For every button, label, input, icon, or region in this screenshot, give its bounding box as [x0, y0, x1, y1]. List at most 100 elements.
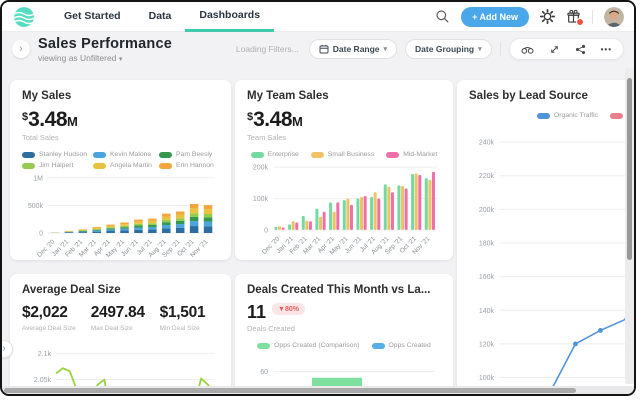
legend-item[interactable]: Stanley Hudson — [22, 151, 87, 158]
legend-label: Erin Hannon — [176, 162, 214, 169]
present-button[interactable] — [521, 44, 534, 55]
fullscreen-button[interactable] — [549, 44, 560, 55]
nav-item-data[interactable]: Data — [135, 2, 186, 32]
legend-chip — [159, 151, 172, 158]
svg-text:2.1k: 2.1k — [38, 351, 52, 358]
dashboard-title-block: Sales Performance viewing as Unfiltered … — [38, 36, 172, 63]
stats-row: $2,022 Average Deal Size 2497.84 Max Dea… — [22, 304, 219, 332]
legend-chip — [386, 151, 400, 158]
kpi-label: Total Sales — [22, 133, 59, 142]
stat-label: Min Deal Size — [159, 325, 200, 332]
card-title: My Team Sales — [247, 90, 329, 102]
svg-text:240k: 240k — [479, 140, 495, 147]
calendar-icon — [319, 44, 329, 54]
legend-item[interactable]: Jim Halpert — [22, 162, 87, 169]
my-sales-chart: 1M500k0Dec '20Jan '21Feb '21Mar '21Apr '… — [28, 175, 215, 259]
kpi-suffix: M — [67, 114, 78, 129]
share-button[interactable] — [575, 44, 586, 55]
svg-text:40: 40 — [260, 394, 268, 396]
legend-item[interactable]: Pam Beesly — [159, 151, 219, 158]
date-range-button[interactable]: Date Range ▾ — [308, 39, 398, 59]
legend-item[interactable]: Erin Hannon — [159, 162, 219, 169]
more-button[interactable]: ••• — [601, 45, 612, 54]
legend-label: Pam Beesly — [176, 151, 213, 158]
legend-chip — [537, 112, 550, 119]
legend-item[interactable]: Enterprise — [250, 151, 299, 158]
stat-value: $2,022 — [22, 304, 68, 321]
search-icon — [436, 10, 449, 23]
card-title: Average Deal Size — [22, 284, 121, 296]
expand-panel-button[interactable]: › — [12, 40, 30, 58]
legend-label: Kevin Malone — [110, 151, 152, 158]
svg-text:1M: 1M — [33, 175, 43, 182]
top-nav: Get Started Data Dashboards + Add New — [2, 2, 634, 32]
binoculars-icon — [521, 46, 534, 54]
settings-button[interactable] — [540, 9, 555, 24]
legend-chip — [22, 162, 35, 169]
add-new-button[interactable]: + Add New — [461, 6, 529, 27]
horizontal-scrollbar-thumb[interactable] — [4, 387, 576, 393]
svg-text:100k: 100k — [479, 375, 495, 382]
loading-filters-text: Loading Filters... — [235, 44, 299, 54]
vertical-scrollbar-thumb[interactable] — [627, 78, 632, 260]
team-sales-card: My Team Sales $3.48M Team Sales Enterpri… — [235, 80, 453, 260]
kpi-number: 3.48 — [253, 108, 292, 131]
legend-chip — [371, 342, 385, 349]
nav-item-get-started[interactable]: Get Started — [50, 2, 135, 32]
team-sales-legend: Enterprise Small Business Mid-Market — [247, 151, 441, 158]
toolbar-divider — [499, 42, 501, 56]
stat-label: Max Deal Size — [90, 325, 133, 332]
kpi-label: Team Sales — [247, 133, 287, 142]
legend-chip — [310, 151, 324, 158]
app-logo-icon[interactable] — [14, 6, 34, 27]
app-window: Get Started Data Dashboards + Add New › … — [0, 0, 636, 396]
whats-new-button[interactable] — [566, 9, 584, 26]
legend-chip — [257, 342, 271, 349]
lead-source-legend: Organic TrafficSoci — [537, 112, 634, 119]
svg-text:60: 60 — [260, 369, 268, 376]
svg-text:2.05k: 2.05k — [34, 377, 52, 384]
kpi-value: 11 ▼80% — [247, 303, 441, 321]
legend-item[interactable]: Kevin Malone — [93, 151, 153, 158]
avg-deal-card: Average Deal Size $2,022 Average Deal Si… — [10, 274, 231, 394]
card-title: My Sales — [22, 90, 72, 102]
stat-label: Average Deal Size — [22, 325, 76, 332]
my-sales-card: My Sales $3.48M Total Sales Stanley Huds… — [10, 80, 231, 260]
svg-text:200k: 200k — [253, 165, 269, 172]
nav-item-dashboards[interactable]: Dashboards — [185, 2, 275, 32]
legend-chip — [159, 162, 172, 169]
my-sales-legend: Stanley Hudson Kevin Malone Pam Beesly Jim … — [22, 151, 219, 169]
delta-badge: ▼80% — [272, 303, 305, 315]
deals-created-card: Deals Created This Month vs La... 11 ▼80… — [235, 274, 453, 396]
notification-badge — [576, 18, 584, 26]
legend-item[interactable]: Organic Traffic — [537, 112, 598, 119]
legend-item[interactable]: Angela Martin — [93, 162, 153, 169]
date-range-label: Date Range — [332, 44, 380, 54]
legend-label: Angela Martin — [110, 162, 152, 169]
legend-label: Opps Created — [388, 342, 431, 349]
viewing-as-dropdown[interactable]: viewing as Unfiltered ▾ — [38, 53, 172, 63]
legend-item[interactable]: Opps Created — [371, 342, 431, 349]
stat-min: $1,501 Min Deal Size — [160, 304, 206, 332]
dashboard-canvas: My Sales $3.48M Total Sales Stanley Huds… — [2, 66, 634, 394]
legend-label: Small Business — [327, 151, 375, 158]
kpi-number: 3.48 — [28, 108, 67, 131]
user-avatar[interactable] — [604, 6, 624, 27]
legend-item[interactable]: Opps Created (Comparison) — [257, 342, 360, 349]
svg-text:180k: 180k — [479, 241, 495, 248]
svg-text:160k: 160k — [479, 274, 495, 281]
share-icon — [575, 44, 585, 54]
legend-item[interactable]: Small Business — [310, 151, 375, 158]
nav-divider — [592, 9, 593, 24]
search-button[interactable] — [435, 9, 450, 24]
chevron-down-icon: ▾ — [478, 46, 482, 53]
legend-label: Mid-Market — [403, 151, 438, 158]
kpi-label: Deals Created — [247, 324, 295, 333]
kpi-suffix: M — [292, 114, 303, 129]
lead-source-chart: 240k220k200k180k160k140k120k100k80k — [479, 140, 634, 394]
svg-text:0: 0 — [39, 231, 43, 238]
nav-actions: + Add New — [435, 6, 624, 27]
legend-item[interactable]: Mid-Market — [386, 151, 437, 158]
date-grouping-button[interactable]: Date Grouping ▾ — [405, 39, 492, 59]
stat-value: 2497.84 — [90, 304, 145, 321]
